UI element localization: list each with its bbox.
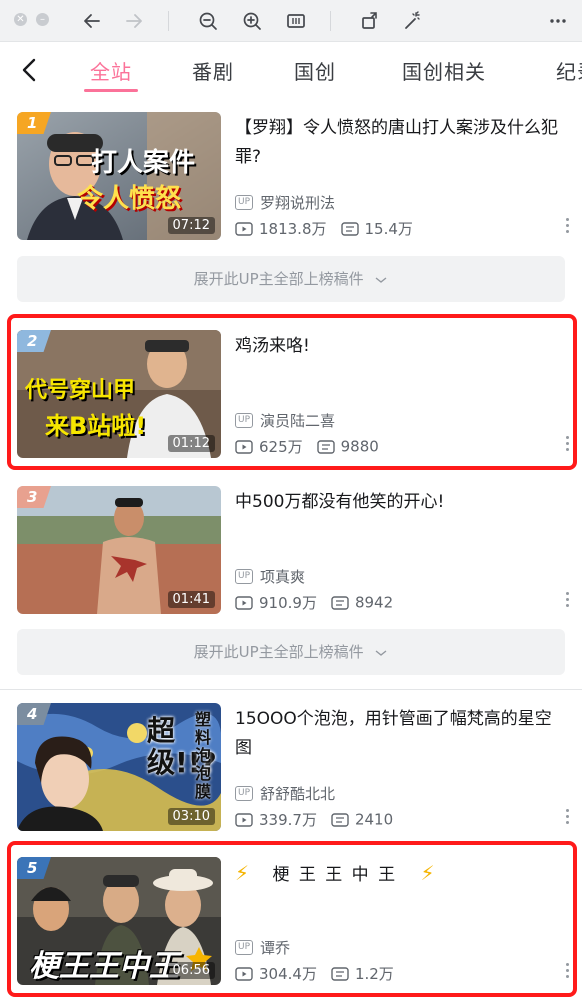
minimize-icon[interactable]: –	[36, 13, 49, 26]
more-options-icon[interactable]	[564, 592, 570, 612]
view-count: 910.9万	[259, 594, 317, 612]
danmaku-count-icon	[340, 221, 359, 236]
active-tab-indicator	[84, 89, 138, 92]
reader-icon[interactable]	[284, 9, 308, 33]
cover-caption: 令人愤怒	[77, 184, 182, 214]
zoom-out-icon[interactable]	[196, 9, 220, 33]
expand-label: 展开此UP主全部上榜稿件	[193, 643, 364, 661]
video-duration: 03:10	[167, 808, 215, 825]
danmaku-count: 8942	[354, 593, 394, 612]
section-divider	[0, 689, 582, 690]
category-tab-bar: 全站 番剧 国创 国创相关 纪录	[0, 42, 582, 98]
forward-arrow-icon[interactable]	[122, 9, 146, 33]
video-thumbnail[interactable]: 1 打人案件 令人愤怒 07:12	[17, 112, 221, 240]
expand-uploader-button[interactable]: 展开此UP主全部上榜稿件	[17, 256, 565, 302]
uploader-name[interactable]: 罗翔说刑法	[260, 194, 335, 212]
uploader-name[interactable]: 舒舒酷北北	[260, 785, 335, 803]
video-title[interactable]: 【罗翔】令人愤怒的唐山打人案涉及什么犯罪?	[235, 114, 565, 172]
play-count-icon	[235, 595, 253, 610]
stats-row: 910.9万 8942	[235, 592, 393, 612]
cover-caption: 超级!!?	[147, 714, 217, 779]
list-item[interactable]: 3 01:41 中500万都没有他笑的开心! UP 项真爽 910.9万 8942	[0, 486, 582, 616]
zoom-in-icon[interactable]	[240, 9, 264, 33]
more-options-icon[interactable]	[564, 218, 570, 238]
close-icon[interactable]: ✕	[14, 13, 27, 26]
more-options-icon[interactable]	[564, 809, 570, 829]
danmaku-count: 15.4万	[364, 220, 413, 238]
video-thumbnail[interactable]: 3 01:41	[17, 486, 221, 614]
toolbar-divider	[168, 11, 169, 31]
toolbar-divider	[330, 11, 331, 31]
danmaku-count-icon	[331, 595, 349, 610]
tab-all[interactable]: 全站	[90, 56, 132, 85]
play-count-icon	[235, 812, 253, 827]
rotate-icon[interactable]	[358, 9, 382, 33]
danmaku-count: 2410	[354, 810, 394, 829]
cover-caption: 打人案件	[91, 148, 196, 178]
uploader-row[interactable]: UP 罗翔说刑法	[235, 192, 335, 212]
up-tag-icon: UP	[235, 195, 254, 210]
uploader-name[interactable]: 项真爽	[260, 568, 305, 586]
play-count-icon	[235, 221, 253, 236]
view-count: 1813.8万	[259, 220, 327, 238]
expand-label: 展开此UP主全部上榜稿件	[193, 270, 364, 288]
list-item[interactable]: 1 打人案件 令人愤怒 07:12 【罗翔】令人愤怒的唐山打人案涉及什么犯罪? …	[0, 112, 582, 242]
list-item[interactable]: 4 超级!!? 塑料泡泡膜 03:10 15OOO个泡泡，用针管画了幅梵高的星空…	[0, 703, 582, 833]
video-duration: 01:41	[167, 591, 215, 608]
magic-wand-icon[interactable]	[400, 9, 424, 33]
uploader-row[interactable]: UP 舒舒酷北北	[235, 783, 335, 803]
stats-row: 339.7万 2410	[235, 809, 393, 829]
video-duration: 07:12	[167, 217, 215, 234]
browser-toolbar: ✕ –	[0, 0, 582, 42]
chevron-down-icon	[375, 649, 387, 656]
back-arrow-icon[interactable]	[80, 9, 104, 33]
tab-guochuang-related[interactable]: 国创相关	[402, 56, 486, 85]
stats-row: 1813.8万 15.4万	[235, 218, 413, 238]
up-tag-icon: UP	[235, 569, 254, 584]
view-count: 339.7万	[259, 811, 317, 829]
up-tag-icon: UP	[235, 786, 254, 801]
uploader-row[interactable]: UP 项真爽	[235, 566, 305, 586]
highlight-box	[7, 841, 577, 997]
tab-guochuang[interactable]: 国创	[294, 56, 336, 85]
more-icon[interactable]	[546, 9, 570, 33]
highlight-box	[7, 314, 577, 470]
expand-uploader-button[interactable]: 展开此UP主全部上榜稿件	[17, 629, 565, 675]
back-chevron-icon[interactable]	[14, 54, 46, 86]
danmaku-count-icon	[331, 812, 349, 827]
tab-bangumi[interactable]: 番剧	[192, 56, 234, 85]
chevron-down-icon	[375, 276, 387, 283]
video-title[interactable]: 15OOO个泡泡，用针管画了幅梵高的星空图	[235, 705, 565, 763]
video-thumbnail[interactable]: 4 超级!!? 塑料泡泡膜 03:10	[17, 703, 221, 831]
tab-documentary[interactable]: 纪录	[556, 56, 582, 85]
cover-caption: 塑料泡泡膜	[195, 710, 212, 801]
video-title[interactable]: 中500万都没有他笑的开心!	[235, 488, 565, 517]
